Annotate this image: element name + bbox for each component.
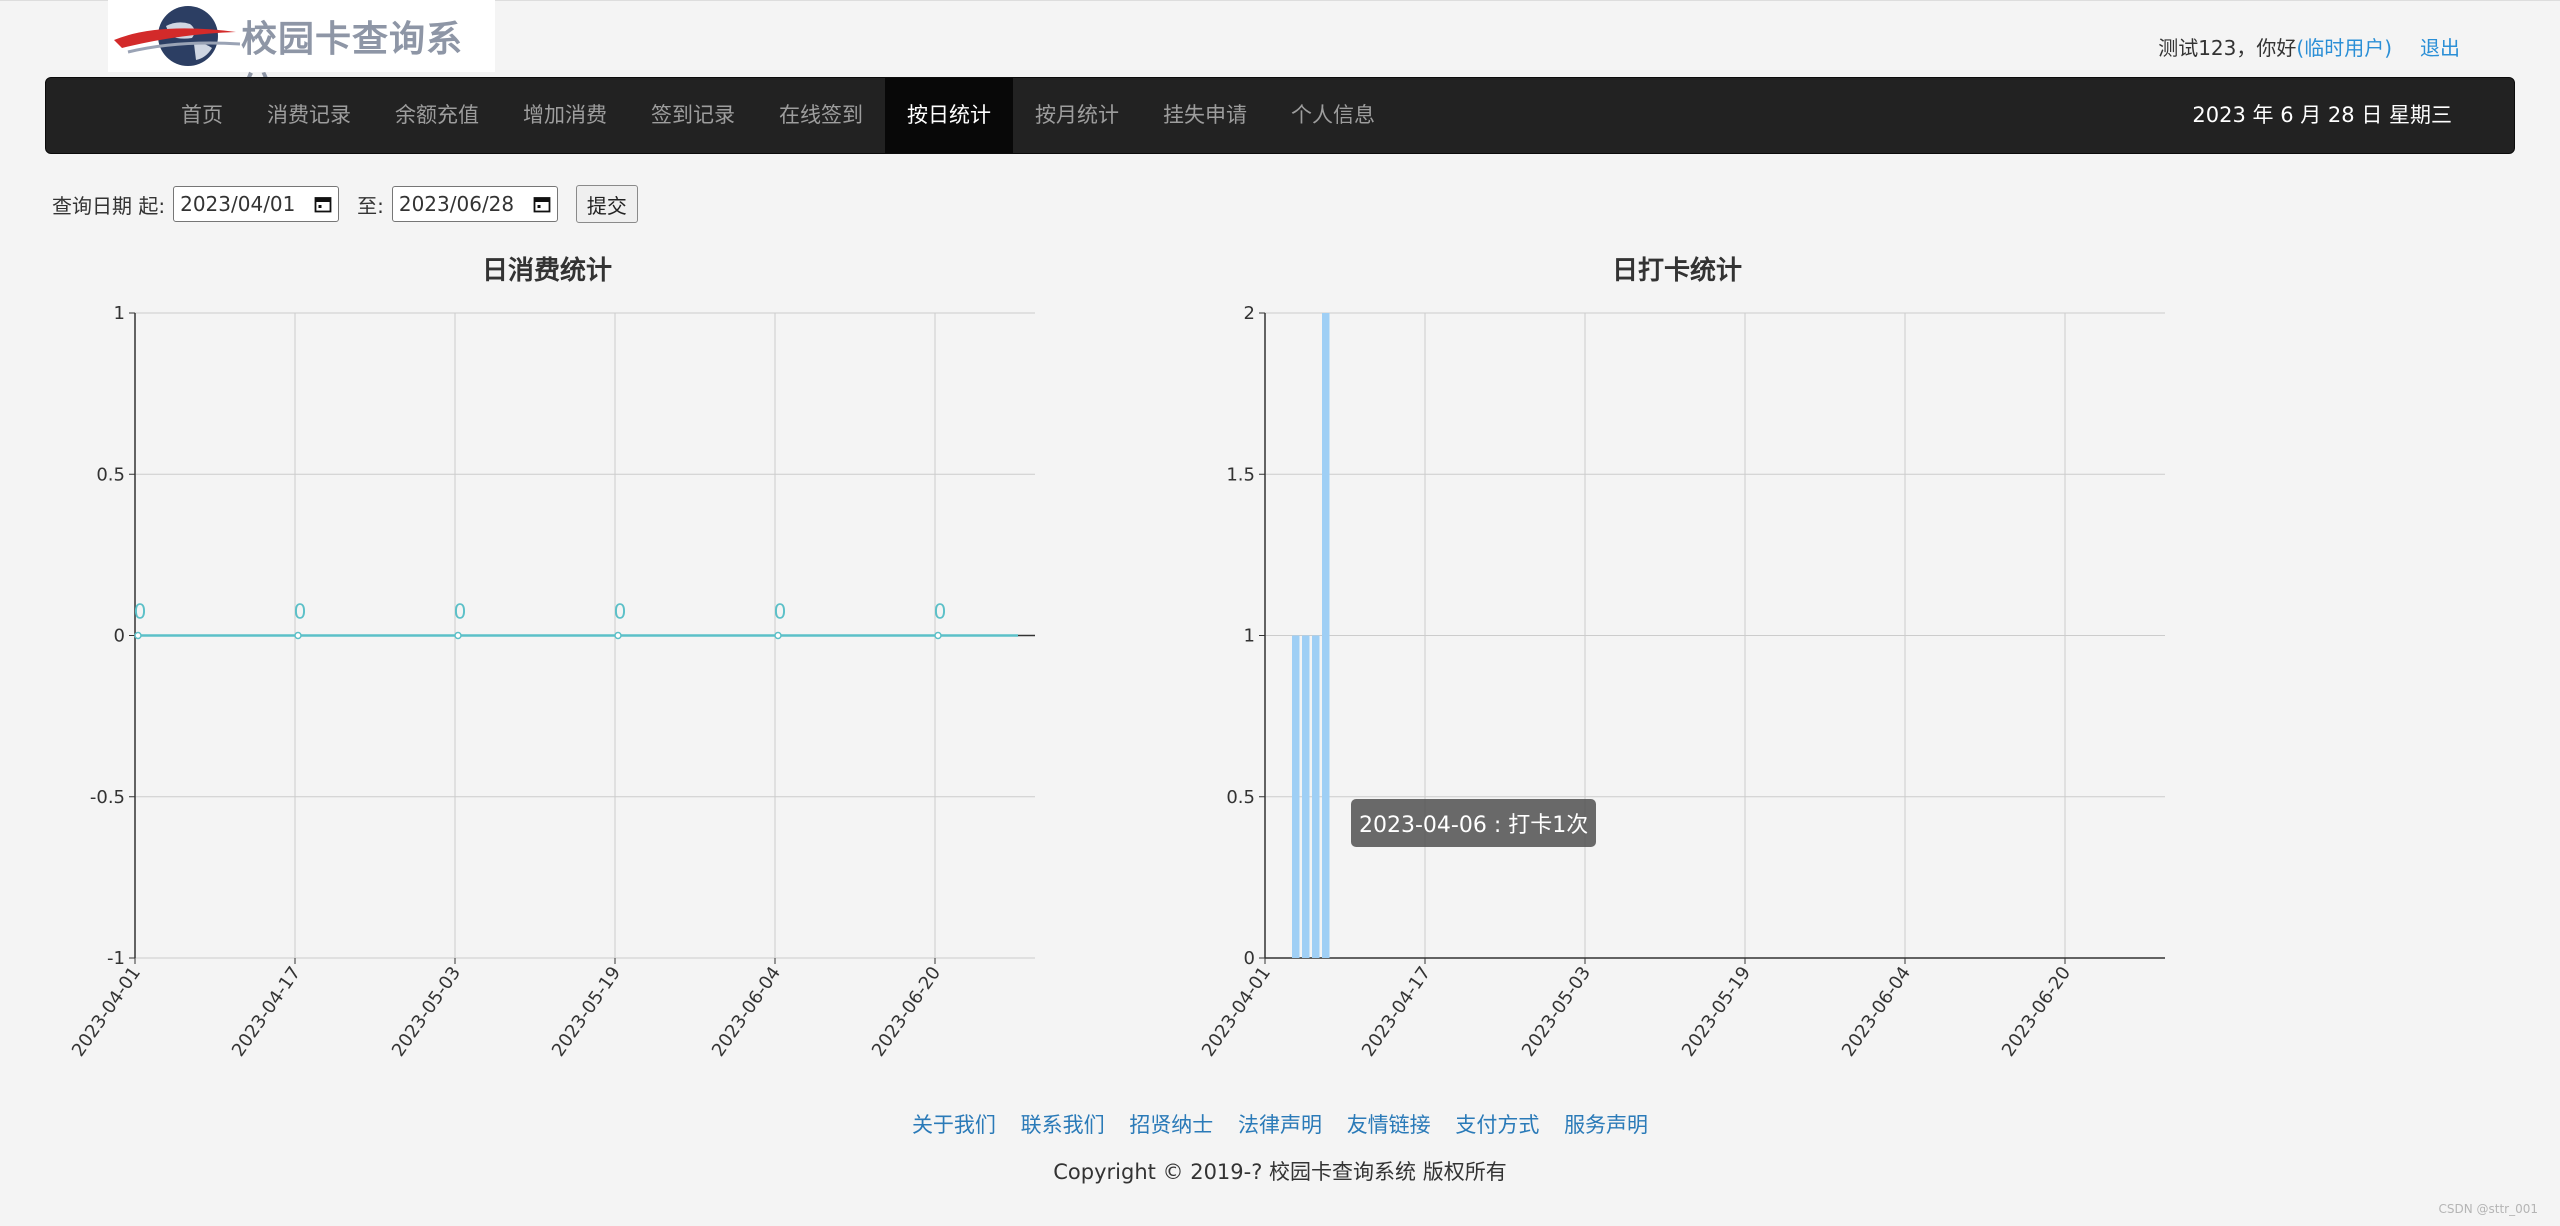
- y-tick-label: -0.5: [90, 787, 125, 808]
- footer-link-friend-links[interactable]: 友情链接: [1347, 1113, 1431, 1137]
- data-point: [614, 631, 622, 640]
- data-bar: [1322, 313, 1330, 958]
- data-point: [774, 631, 782, 640]
- user-role-link[interactable]: (临时用户): [2296, 32, 2392, 61]
- footer-links: 关于我们 联系我们 招贤纳士 法律声明 友情链接 支付方式 服务声明: [0, 1109, 2560, 1139]
- data-label: 0: [134, 600, 147, 624]
- current-date: 2023 年 6 月 28 日 星期三: [2192, 103, 2452, 127]
- data-bar: [1312, 635, 1320, 958]
- data-label: 0: [614, 600, 627, 624]
- y-tick-label: 1: [1244, 626, 1255, 647]
- y-tick-label: 0.5: [96, 464, 125, 485]
- y-tick-label: 1.5: [1226, 464, 1255, 485]
- y-tick-label: 0: [1244, 948, 1255, 969]
- x-tick-label: 2023-06-04: [1838, 963, 1915, 1061]
- x-tick-label: 2023-04-01: [68, 963, 145, 1061]
- footer-link-service[interactable]: 服务声明: [1564, 1113, 1648, 1137]
- y-tick-label: 0.5: [1226, 787, 1255, 808]
- y-tick-label: 2: [1244, 303, 1255, 324]
- data-label: 0: [454, 600, 467, 624]
- data-point: [294, 631, 302, 640]
- data-point: [454, 631, 462, 640]
- logout-link[interactable]: 退出: [2420, 32, 2460, 61]
- footer-link-about[interactable]: 关于我们: [912, 1113, 996, 1137]
- footer-link-payment[interactable]: 支付方式: [1455, 1113, 1539, 1137]
- data-bar: [1302, 635, 1310, 958]
- x-tick-label: 2023-04-17: [228, 963, 305, 1061]
- data-label: 0: [774, 600, 787, 624]
- x-tick-label: 2023-04-01: [1198, 963, 1275, 1061]
- footer-link-contact[interactable]: 联系我们: [1021, 1113, 1105, 1137]
- y-tick-label: 1: [114, 303, 125, 324]
- footer-link-careers[interactable]: 招贤纳士: [1129, 1113, 1213, 1137]
- x-tick-label: 2023-05-03: [388, 963, 465, 1061]
- x-tick-label: 2023-06-04: [708, 963, 785, 1061]
- y-tick-label: 0: [114, 626, 125, 647]
- x-tick-label: 2023-05-03: [1518, 963, 1595, 1061]
- data-point: [134, 631, 142, 640]
- y-tick-label: -1: [107, 948, 125, 969]
- x-tick-label: 2023-05-19: [548, 963, 625, 1061]
- watermark: CSDN @sttr_001: [2438, 1202, 2538, 1216]
- x-tick-label: 2023-06-20: [1998, 963, 2075, 1061]
- data-label: 0: [294, 600, 307, 624]
- daily-consumption-chart: 1 0.5 0 -0.5 -12023-04-01 2023-04-17 2023-05-0…: [68, 303, 1035, 1061]
- x-tick-label: 2023-06-20: [868, 963, 945, 1061]
- data-label: 0: [934, 600, 947, 624]
- data-point: [934, 631, 942, 640]
- footer-link-legal[interactable]: 法律声明: [1238, 1113, 1322, 1137]
- daily-checkin-chart: 2 1.5 1 0.5 02023-04-01 2023-04-17 2023-05-03 2…: [1198, 303, 2165, 1061]
- chart-tooltip: 2023-04-06 : 打卡1次: [1351, 799, 1597, 847]
- x-tick-label: 2023-05-19: [1678, 963, 1755, 1061]
- x-tick-label: 2023-04-17: [1358, 963, 1435, 1061]
- copyright: Copyright © 2019-? 校园卡查询系统 版权所有: [1053, 1160, 1507, 1184]
- data-bar: [1292, 635, 1300, 958]
